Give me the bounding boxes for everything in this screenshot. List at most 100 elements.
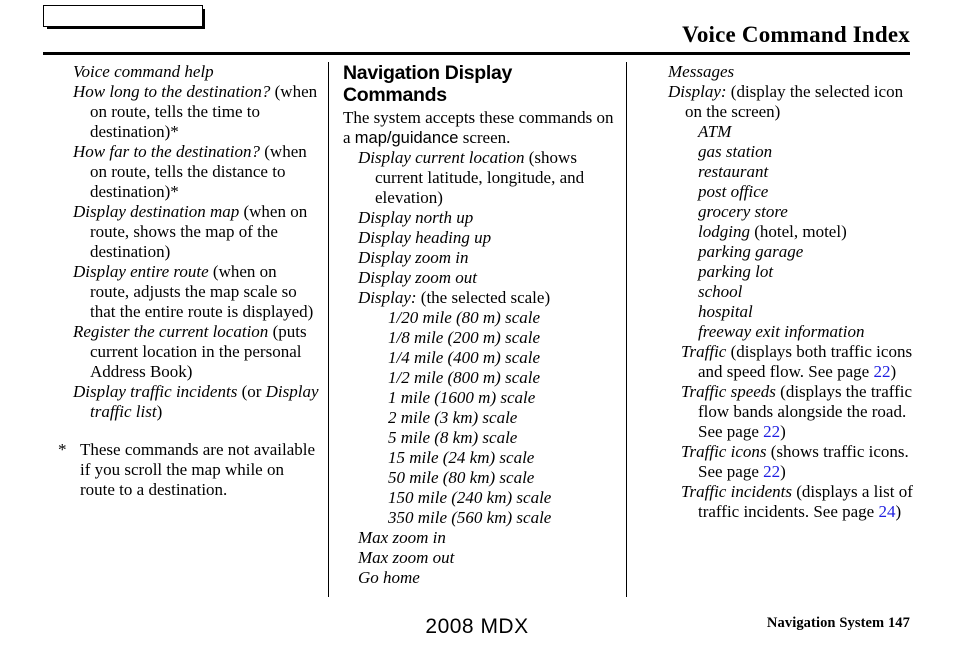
scale-label: 350 mile (560 km) scale — [388, 508, 552, 527]
scale-item: 50 mile (80 km) scale — [343, 468, 615, 488]
column-left: Voice command help How long to the desti… — [58, 62, 320, 597]
scale-item: 2 mile (3 km) scale — [343, 408, 615, 428]
command-text: Display zoom out — [358, 268, 477, 287]
footnote-block: * These commands are not available if you… — [58, 440, 320, 500]
scale-label: 1 mile (1600 m) scale — [388, 388, 536, 407]
list-item: Traffic speeds (displays the traffic flo… — [653, 382, 921, 442]
command-text: Display entire route — [73, 262, 209, 281]
scale-label: 15 mile (24 km) scale — [388, 448, 535, 467]
icon-label: ATM — [698, 122, 732, 141]
command-text: Max zoom in — [358, 528, 446, 547]
icon-label: parking garage — [698, 242, 804, 261]
list-item: Voice command help — [58, 62, 320, 82]
column-middle: Navigation Display Commands The system a… — [343, 62, 615, 597]
scale-label: 1/2 mile (800 m) scale — [388, 368, 541, 387]
icon-item: post office — [653, 182, 921, 202]
list-item: Display: (display the selected icon on t… — [653, 82, 921, 122]
icon-label: hospital — [698, 302, 753, 321]
page-header: Voice Command Index — [0, 0, 954, 58]
list-item: Max zoom out — [343, 548, 615, 568]
command-text: Register the current location — [73, 322, 269, 341]
messages-label: Messages — [668, 62, 735, 81]
command-text: Display traffic incidents — [73, 382, 238, 401]
list-item: Display north up — [343, 208, 615, 228]
list-item: Display destination map (when on route, … — [58, 202, 320, 262]
scale-label: 2 mile (3 km) scale — [388, 408, 518, 427]
scale-label: 50 mile (80 km) scale — [388, 468, 535, 487]
header-rule — [43, 52, 910, 55]
command-text: Traffic icons — [681, 442, 767, 461]
icon-item: ATM — [653, 122, 921, 142]
footnote-text: These commands are not available if you … — [80, 440, 316, 499]
scale-label: 1/8 mile (200 m) scale — [388, 328, 541, 347]
icon-label: gas station — [698, 142, 773, 161]
command-text: Go home — [358, 568, 420, 587]
list-item: Display zoom out — [343, 268, 615, 288]
scale-item: 1 mile (1600 m) scale — [343, 388, 615, 408]
list-item: Display entire route (when on route, adj… — [58, 262, 320, 322]
command-note-end: ) — [780, 462, 786, 481]
command-note-end: ) — [780, 422, 786, 441]
scale-item: 350 mile (560 km) scale — [343, 508, 615, 528]
command-note-end: ) — [156, 402, 163, 421]
command-note: (the selected scale) — [416, 288, 551, 307]
list-item: Display zoom in — [343, 248, 615, 268]
icon-item: parking garage — [653, 242, 921, 262]
command-text: Display north up — [358, 208, 474, 227]
page-reference-link[interactable]: 22 — [763, 462, 780, 481]
icon-item: hospital — [653, 302, 921, 322]
icon-item: restaurant — [653, 162, 921, 182]
icon-label: parking lot — [698, 262, 774, 281]
page-title: Voice Command Index — [682, 22, 910, 47]
list-item: How far to the destination? (when on rou… — [58, 142, 320, 202]
command-text: Display destination map — [73, 202, 240, 221]
command-text: Display: — [358, 288, 417, 307]
scale-item: 5 mile (8 km) scale — [343, 428, 615, 448]
list-item: Register the current location (puts curr… — [58, 322, 320, 382]
screen-name: map/guidance — [354, 129, 459, 147]
page-reference-link[interactable]: 22 — [763, 422, 780, 441]
list-item: How long to the destination? (when on ro… — [58, 82, 320, 142]
list-item: Display current location (shows current … — [343, 148, 615, 208]
command-text: How far to the destination? — [73, 142, 260, 161]
command-text: Traffic speeds — [681, 382, 776, 401]
page-reference-link[interactable]: 22 — [873, 362, 890, 381]
list-item: Display traffic incidents (or Display tr… — [58, 382, 320, 422]
icon-item: gas station — [653, 142, 921, 162]
command-text: Max zoom out — [358, 548, 455, 567]
scale-item: 1/20 mile (80 m) scale — [343, 308, 615, 328]
command-text: Traffic — [681, 342, 727, 361]
icon-label: lodging — [698, 222, 750, 241]
icon-item: lodging (hotel, motel) — [653, 222, 921, 242]
icon-label: freeway exit information — [698, 322, 865, 341]
page-reference-link[interactable]: 24 — [878, 502, 895, 521]
column-divider-left — [328, 62, 329, 597]
footnote: * These commands are not available if you… — [58, 440, 320, 500]
command-text: Voice command help — [73, 62, 214, 81]
icon-item: grocery store — [653, 202, 921, 222]
icon-item: parking lot — [653, 262, 921, 282]
section-tab-box — [43, 5, 203, 27]
command-text: Display: — [668, 82, 727, 101]
footer-section-and-page: Navigation System 147 — [766, 615, 910, 631]
scale-item: 1/8 mile (200 m) scale — [343, 328, 615, 348]
scale-item: 15 mile (24 km) scale — [343, 448, 615, 468]
scale-label: 1/4 mile (400 m) scale — [388, 348, 541, 367]
scale-label: 1/20 mile (80 m) scale — [388, 308, 541, 327]
list-item: Traffic (displays both traffic icons and… — [653, 342, 921, 382]
command-text: Display current location — [358, 148, 525, 167]
scale-label: 5 mile (8 km) scale — [388, 428, 518, 447]
scale-item: 1/4 mile (400 m) scale — [343, 348, 615, 368]
command-note: (or — [237, 382, 266, 401]
list-item: Max zoom in — [343, 528, 615, 548]
list-item: Go home — [343, 568, 615, 588]
list-item: Traffic incidents (displays a list of tr… — [653, 482, 921, 522]
icon-label: grocery store — [698, 202, 788, 221]
icon-note: (hotel, motel) — [749, 222, 847, 241]
icon-label: post office — [698, 182, 769, 201]
content-columns: Voice command help How long to the desti… — [0, 62, 954, 597]
list-item: Traffic icons (shows traffic icons. See … — [653, 442, 921, 482]
scale-item: 1/2 mile (800 m) scale — [343, 368, 615, 388]
command-note-end: ) — [890, 362, 897, 381]
command-text: Display zoom in — [358, 248, 469, 267]
